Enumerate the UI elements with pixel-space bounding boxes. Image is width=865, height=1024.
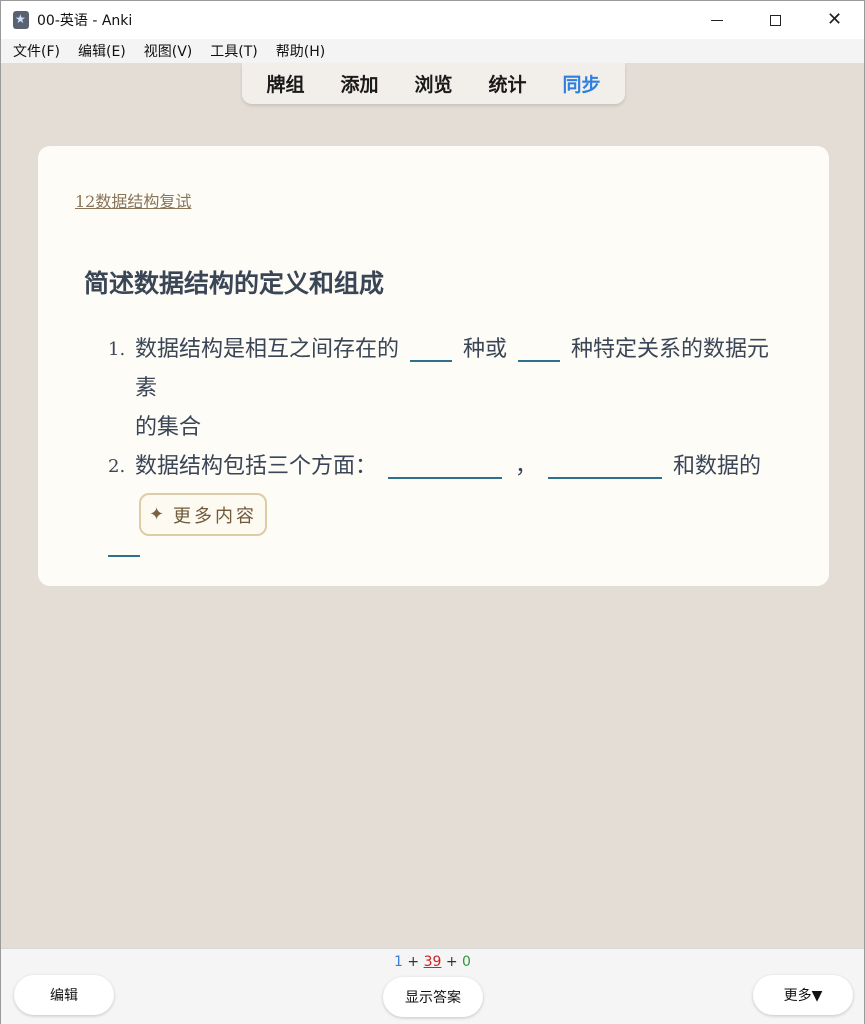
toolbar-stats[interactable]: 统计 <box>489 70 527 97</box>
cloze-blank[interactable] <box>388 451 503 479</box>
menu-bar: 文件(F) 编辑(E) 视图(V) 工具(T) 帮助(H) <box>1 39 864 63</box>
review-card: 12数据结构复试 简述数据结构的定义和组成 1. 数据结构是相互之间存在的 种或… <box>38 146 829 586</box>
answer-text: 数据结构是相互之间存在的 <box>135 337 400 362</box>
more-content-button[interactable]: ✦ 更多内容 <box>139 493 267 536</box>
window-title: 00-英语 - Anki <box>37 13 133 29</box>
more-menu-button[interactable]: 更多▼ <box>753 975 853 1015</box>
menu-edit[interactable]: 编辑(E) <box>78 41 126 61</box>
answer-text: 种或 <box>463 337 508 362</box>
close-icon: ✕ <box>826 9 843 30</box>
window-controls: ✕ <box>687 1 864 39</box>
learn-count: 39 <box>423 954 442 970</box>
cloze-blank[interactable] <box>410 334 453 362</box>
cloze-blank[interactable] <box>548 451 663 479</box>
menu-file[interactable]: 文件(F) <box>13 41 60 61</box>
answer-text: 数据结构包括三个方面： <box>135 454 378 479</box>
minimize-button[interactable] <box>687 1 746 39</box>
answer-text: 和数据的 <box>673 454 762 479</box>
maximize-icon <box>770 14 781 26</box>
menu-help[interactable]: 帮助(H) <box>276 41 325 61</box>
deck-link[interactable]: 12数据结构复试 <box>75 188 191 212</box>
sparkle-icon: ✦ <box>148 504 168 525</box>
toolbar-sync[interactable]: 同步 <box>563 70 601 97</box>
review-count: 0 <box>462 954 471 970</box>
answer-text: 的集合 <box>135 415 202 440</box>
anki-app-icon <box>13 11 29 29</box>
new-count: 1 <box>394 954 403 970</box>
cloze-blank[interactable] <box>108 529 140 557</box>
bottom-bar: 1 + 39 + 0 编辑 显示答案 更多▼ <box>1 948 864 1024</box>
main-toolbar: 牌组 添加 浏览 统计 同步 <box>242 63 625 104</box>
due-counts: 1 + 39 + 0 <box>1 954 864 970</box>
menu-tools[interactable]: 工具(T) <box>210 41 257 61</box>
answer-item-1: 1. 数据结构是相互之间存在的 种或 种特定关系的数据元素 的集合 <box>108 330 788 447</box>
count-separator: + <box>407 954 420 970</box>
edit-button[interactable]: 编辑 <box>14 975 114 1015</box>
cloze-blank[interactable] <box>518 334 561 362</box>
maximize-button[interactable] <box>746 1 805 39</box>
answer-number: 1. <box>108 339 126 360</box>
menu-view[interactable]: 视图(V) <box>144 41 193 61</box>
count-separator: + <box>445 954 458 970</box>
toolbar-browse[interactable]: 浏览 <box>414 70 452 97</box>
answer-number: 2. <box>108 456 126 477</box>
minimize-icon <box>710 19 723 21</box>
question-text: 简述数据结构的定义和组成 <box>84 269 385 298</box>
toolbar-decks[interactable]: 牌组 <box>266 70 304 97</box>
toolbar-add[interactable]: 添加 <box>340 70 378 97</box>
answer-text: ， <box>515 454 538 479</box>
title-bar: 00-英语 - Anki ✕ <box>1 1 864 39</box>
close-button[interactable]: ✕ <box>805 1 864 39</box>
show-answer-button[interactable]: 显示答案 <box>383 977 483 1017</box>
more-content-label: 更多内容 <box>173 505 258 527</box>
